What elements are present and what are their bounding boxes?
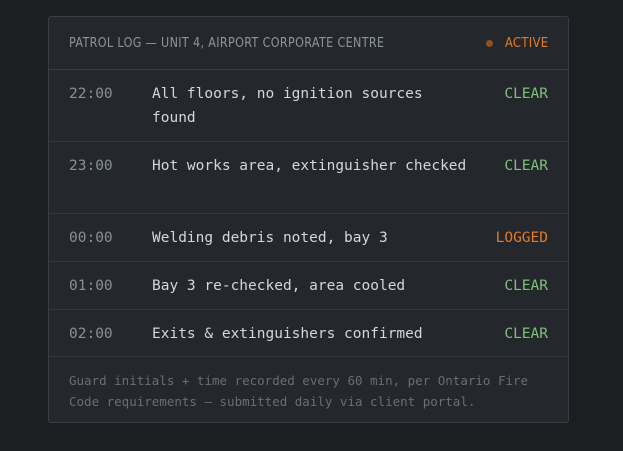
patrol-log-header: PATROL LOG — UNIT 4, AIRPORT CORPORATE C… <box>49 17 568 70</box>
status-indicator: ACTIVE <box>485 35 548 51</box>
entry-description: Exits & extinguishers confirmed <box>152 326 423 342</box>
log-entry: 01:00 Bay 3 re-checked, area cooled CLEA… <box>49 262 568 310</box>
log-entry: 23:00 Hot works area, extinguisher check… <box>49 142 568 214</box>
log-entry: 00:00 Welding debris noted, bay 3 LOGGED <box>49 214 568 262</box>
entry-time: 22:00 <box>69 86 113 102</box>
entry-status: CLEAR <box>504 326 548 342</box>
entry-time: 00:00 <box>69 230 113 246</box>
entry-time: 02:00 <box>69 326 113 342</box>
entry-status: CLEAR <box>504 158 548 174</box>
entry-time: 23:00 <box>69 158 113 174</box>
status-label: ACTIVE <box>504 35 548 51</box>
entry-time: 01:00 <box>69 278 113 294</box>
log-entry: 22:00 All floors, no ignition sources fo… <box>49 70 568 142</box>
entry-status: LOGGED <box>495 230 548 246</box>
entry-description: Bay 3 re-checked, area cooled <box>152 278 406 294</box>
entry-description: Hot works area, extinguisher checked <box>152 158 467 174</box>
log-entry: 02:00 Exits & extinguishers confirmed CL… <box>49 310 568 357</box>
entry-description: All floors, no ignition sources found <box>152 86 423 126</box>
patrol-log-title: PATROL LOG — UNIT 4, AIRPORT CORPORATE C… <box>69 35 385 51</box>
patrol-log-footer-note: Guard initials + time recorded every 60 … <box>69 373 529 409</box>
entry-status: CLEAR <box>504 86 548 102</box>
patrol-log-card: PATROL LOG — UNIT 4, AIRPORT CORPORATE C… <box>48 16 569 423</box>
status-dot-icon <box>485 39 493 47</box>
entry-status: CLEAR <box>504 278 548 294</box>
entry-description: Welding debris noted, bay 3 <box>152 230 388 246</box>
